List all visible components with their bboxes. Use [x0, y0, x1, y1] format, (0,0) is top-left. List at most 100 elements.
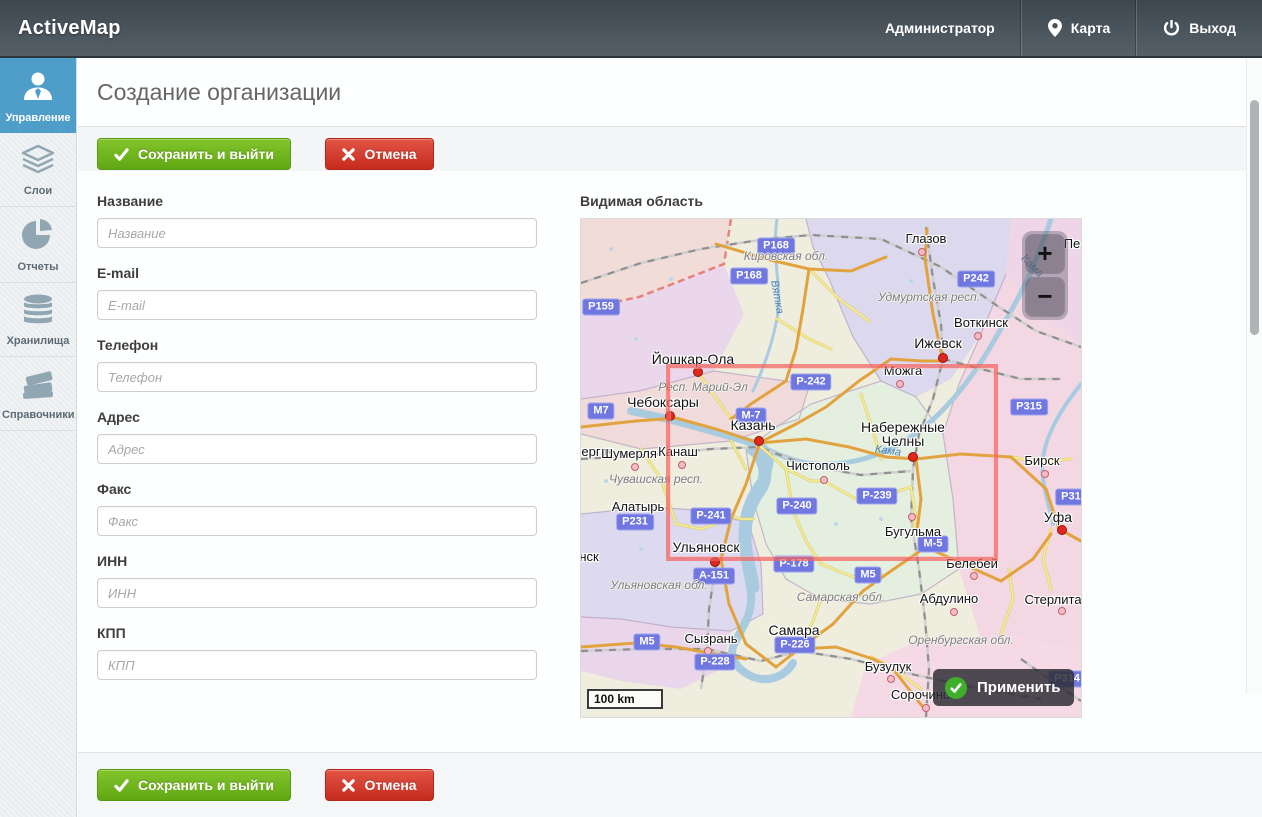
form-field-kpp: КПП	[97, 625, 537, 680]
road-badge: Р315	[1010, 399, 1048, 416]
field-label-nazvanie: Название	[97, 193, 537, 209]
vertical-scrollbar[interactable]	[1246, 55, 1262, 694]
city-dot	[970, 572, 978, 580]
cancel-button[interactable]: Отмена	[325, 138, 433, 170]
form-field-adres: Адрес	[97, 409, 537, 464]
field-input-kpp[interactable]	[97, 650, 537, 680]
sidebar: Управление Слои Отчеты Хранилища Справочники	[0, 58, 77, 817]
field-input-email[interactable]	[97, 290, 537, 320]
field-input-nazvanie[interactable]	[97, 218, 537, 248]
city-label: Абдулино	[920, 592, 979, 606]
map-link[interactable]: Карта	[1021, 0, 1137, 56]
field-input-inn[interactable]	[97, 578, 537, 608]
road-badge: М7	[587, 403, 614, 420]
field-input-adres[interactable]	[97, 434, 537, 464]
city-label: Сызрань	[684, 632, 737, 646]
city-dot	[887, 675, 895, 683]
road-badge: Р-226	[774, 637, 815, 654]
apply-button[interactable]: Применить	[933, 669, 1074, 706]
sidebar-item-label: Управление	[2, 112, 74, 124]
city-dot	[922, 704, 930, 712]
city-dot	[1057, 525, 1067, 535]
form-field-nazvanie: Название	[97, 193, 537, 248]
sidebar-item-hranilishcha[interactable]: Хранилища	[0, 283, 76, 357]
field-label-inn: ИНН	[97, 553, 537, 569]
city-dot	[918, 248, 926, 256]
books-icon	[2, 368, 74, 403]
city-dot	[631, 463, 639, 471]
road-badge: Р231	[616, 514, 654, 531]
region-label: Кировская обл.	[744, 249, 828, 263]
map-zoom-control: + −	[1022, 231, 1068, 320]
city-label: Шумерля	[601, 447, 657, 461]
main-area: Создание организации Сохранить и выйти О…	[78, 58, 1262, 817]
form-field-telefon: Телефон	[97, 337, 537, 392]
logout-label: Выход	[1189, 20, 1236, 36]
field-input-faks[interactable]	[97, 506, 537, 536]
city-dot	[938, 353, 948, 363]
cancel-button-bottom[interactable]: Отмена	[325, 769, 433, 801]
city-label: Бирск	[1024, 454, 1059, 468]
logout-link[interactable]: Выход	[1136, 0, 1262, 56]
apply-button-label: Применить	[977, 679, 1060, 696]
field-label-kpp: КПП	[97, 625, 537, 641]
user-menu-item[interactable]: Администратор	[859, 0, 1021, 56]
sidebar-item-spravochniki[interactable]: Справочники	[0, 357, 76, 431]
save-button-label: Сохранить и выйти	[138, 146, 274, 162]
field-label-email: E-mail	[97, 265, 537, 281]
region-label: Удмуртская респ.	[878, 290, 980, 304]
map-link-label: Карта	[1071, 20, 1111, 36]
save-button-bottom[interactable]: Сохранить и выйти	[97, 769, 291, 801]
sidebar-item-label: Хранилища	[2, 335, 74, 347]
road-badge: Р242	[957, 271, 995, 288]
cross-icon	[342, 148, 355, 161]
sidebar-item-otchety[interactable]: Отчеты	[0, 207, 76, 283]
city-label: Уфа	[1044, 510, 1072, 524]
region-label: Ульяновская обл.	[610, 578, 707, 592]
road-badge: Р-228	[694, 654, 735, 671]
title-bar: Создание организации	[78, 58, 1262, 127]
city-label: Стерлита	[1024, 593, 1081, 607]
region-label: Самарская обл.	[797, 590, 885, 604]
page-title: Создание организации	[78, 79, 341, 106]
city-dot	[1041, 470, 1049, 478]
sidebar-item-label: Слои	[2, 185, 74, 197]
scrollbar-thumb[interactable]	[1250, 100, 1259, 335]
user-name-label: Администратор	[885, 20, 995, 36]
map-section: Видимая область	[580, 193, 1080, 718]
city-dot	[1058, 607, 1066, 615]
sidebar-item-upravlenie[interactable]: Управление	[0, 58, 76, 133]
location-pin-icon	[1048, 19, 1062, 37]
save-button[interactable]: Сохранить и выйти	[97, 138, 291, 170]
map-section-label: Видимая область	[580, 193, 1080, 209]
field-input-telefon[interactable]	[97, 362, 537, 392]
city-label: Глазов	[906, 232, 947, 246]
road-badge: Р159	[582, 299, 620, 316]
field-label-adres: Адрес	[97, 409, 537, 425]
city-label: Ижевск	[914, 336, 962, 350]
city-label: нск	[580, 550, 599, 564]
road-badge: Р315	[1055, 489, 1082, 506]
city-dot	[950, 608, 958, 616]
form-content: Название E-mail Телефон Адрес Факс ИНН КПП Вид…	[78, 171, 1262, 752]
form-field-faks: Факс	[97, 481, 537, 536]
check-icon	[114, 148, 129, 161]
visible-area-selection-rect[interactable]	[666, 364, 998, 561]
city-label: Самара	[768, 623, 819, 637]
visible-area-map[interactable]: Р168Р168Р159Р242Р-242М7М-7Р315Р-239Р-240…	[580, 218, 1082, 718]
zoom-in-button[interactable]: +	[1025, 234, 1065, 274]
city-label: Алатырь	[612, 500, 665, 514]
city-dot	[974, 332, 982, 340]
map-scale-bar: 100 km	[587, 689, 663, 709]
user-icon	[2, 69, 74, 106]
field-label-faks: Факс	[97, 481, 537, 497]
sidebar-item-sloi[interactable]: Слои	[0, 133, 76, 207]
zoom-out-button[interactable]: −	[1025, 277, 1065, 317]
organization-form: Название E-mail Телефон Адрес Факс ИНН КПП	[97, 193, 537, 697]
form-field-email: E-mail	[97, 265, 537, 320]
save-button-label: Сохранить и выйти	[138, 777, 274, 793]
apply-check-icon	[945, 677, 967, 699]
region-label: Оренбургская обл.	[908, 633, 1014, 647]
app-header: ActiveMap Администратор Карта Выход	[0, 0, 1262, 58]
pie-chart-icon	[2, 218, 74, 255]
